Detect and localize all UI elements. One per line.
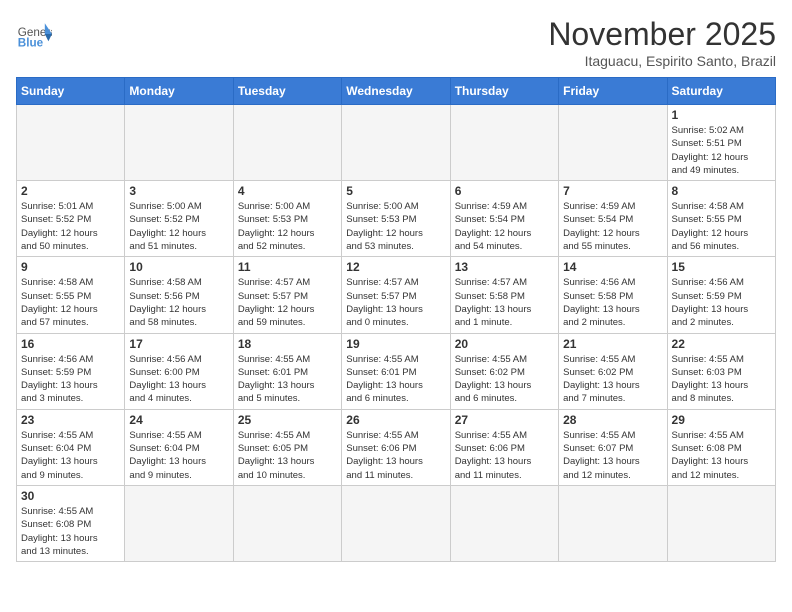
day-17: 17 Sunrise: 4:56 AM Sunset: 6:00 PM Dayl…: [125, 333, 233, 409]
day-19: 19 Sunrise: 4:55 AM Sunset: 6:01 PM Dayl…: [342, 333, 450, 409]
day-18: 18 Sunrise: 4:55 AM Sunset: 6:01 PM Dayl…: [233, 333, 341, 409]
empty-cell: [125, 105, 233, 181]
day-10: 10 Sunrise: 4:58 AM Sunset: 5:56 PM Dayl…: [125, 257, 233, 333]
logo: General Blue: [16, 16, 52, 52]
day-16: 16 Sunrise: 4:56 AM Sunset: 5:59 PM Dayl…: [17, 333, 125, 409]
empty-cell: [450, 105, 558, 181]
calendar-row-5: 23 Sunrise: 4:55 AM Sunset: 6:04 PM Dayl…: [17, 409, 776, 485]
day-24: 24 Sunrise: 4:55 AM Sunset: 6:04 PM Dayl…: [125, 409, 233, 485]
svg-text:Blue: Blue: [18, 37, 44, 50]
day-12: 12 Sunrise: 4:57 AM Sunset: 5:57 PM Dayl…: [342, 257, 450, 333]
day-14: 14 Sunrise: 4:56 AM Sunset: 5:58 PM Dayl…: [559, 257, 667, 333]
day-20: 20 Sunrise: 4:55 AM Sunset: 6:02 PM Dayl…: [450, 333, 558, 409]
day-30: 30 Sunrise: 4:55 AM Sunset: 6:08 PM Dayl…: [17, 485, 125, 561]
header-sunday: Sunday: [17, 78, 125, 105]
day-3: 3 Sunrise: 5:00 AM Sunset: 5:52 PM Dayli…: [125, 181, 233, 257]
empty-cell: [233, 485, 341, 561]
day-9: 9 Sunrise: 4:58 AM Sunset: 5:55 PM Dayli…: [17, 257, 125, 333]
day-11: 11 Sunrise: 4:57 AM Sunset: 5:57 PM Dayl…: [233, 257, 341, 333]
empty-cell: [450, 485, 558, 561]
logo-icon: General Blue: [16, 16, 52, 52]
empty-cell: [342, 105, 450, 181]
day-13: 13 Sunrise: 4:57 AM Sunset: 5:58 PM Dayl…: [450, 257, 558, 333]
day-26: 26 Sunrise: 4:55 AM Sunset: 6:06 PM Dayl…: [342, 409, 450, 485]
month-title: November 2025: [548, 16, 776, 53]
page-header: General Blue November 2025 Itaguacu, Esp…: [16, 16, 776, 69]
weekday-header-row: Sunday Monday Tuesday Wednesday Thursday…: [17, 78, 776, 105]
day-27: 27 Sunrise: 4:55 AM Sunset: 6:06 PM Dayl…: [450, 409, 558, 485]
header-saturday: Saturday: [667, 78, 775, 105]
empty-cell: [233, 105, 341, 181]
empty-cell: [667, 485, 775, 561]
day-2: 2 Sunrise: 5:01 AM Sunset: 5:52 PM Dayli…: [17, 181, 125, 257]
empty-cell: [125, 485, 233, 561]
header-wednesday: Wednesday: [342, 78, 450, 105]
calendar-table: Sunday Monday Tuesday Wednesday Thursday…: [16, 77, 776, 562]
day-29: 29 Sunrise: 4:55 AM Sunset: 6:08 PM Dayl…: [667, 409, 775, 485]
calendar-row-4: 16 Sunrise: 4:56 AM Sunset: 5:59 PM Dayl…: [17, 333, 776, 409]
calendar-row-3: 9 Sunrise: 4:58 AM Sunset: 5:55 PM Dayli…: [17, 257, 776, 333]
header-friday: Friday: [559, 78, 667, 105]
header-thursday: Thursday: [450, 78, 558, 105]
day-7: 7 Sunrise: 4:59 AM Sunset: 5:54 PM Dayli…: [559, 181, 667, 257]
header-tuesday: Tuesday: [233, 78, 341, 105]
header-monday: Monday: [125, 78, 233, 105]
day-21: 21 Sunrise: 4:55 AM Sunset: 6:02 PM Dayl…: [559, 333, 667, 409]
calendar-row-2: 2 Sunrise: 5:01 AM Sunset: 5:52 PM Dayli…: [17, 181, 776, 257]
title-block: November 2025 Itaguacu, Espirito Santo, …: [548, 16, 776, 69]
day-25: 25 Sunrise: 4:55 AM Sunset: 6:05 PM Dayl…: [233, 409, 341, 485]
day-4: 4 Sunrise: 5:00 AM Sunset: 5:53 PM Dayli…: [233, 181, 341, 257]
location: Itaguacu, Espirito Santo, Brazil: [548, 53, 776, 69]
day-22: 22 Sunrise: 4:55 AM Sunset: 6:03 PM Dayl…: [667, 333, 775, 409]
empty-cell: [342, 485, 450, 561]
day-5: 5 Sunrise: 5:00 AM Sunset: 5:53 PM Dayli…: [342, 181, 450, 257]
empty-cell: [17, 105, 125, 181]
calendar-row-1: 1 Sunrise: 5:02 AM Sunset: 5:51 PM Dayli…: [17, 105, 776, 181]
calendar-row-6: 30 Sunrise: 4:55 AM Sunset: 6:08 PM Dayl…: [17, 485, 776, 561]
empty-cell: [559, 105, 667, 181]
day-15: 15 Sunrise: 4:56 AM Sunset: 5:59 PM Dayl…: [667, 257, 775, 333]
day-8: 8 Sunrise: 4:58 AM Sunset: 5:55 PM Dayli…: [667, 181, 775, 257]
day-1: 1 Sunrise: 5:02 AM Sunset: 5:51 PM Dayli…: [667, 105, 775, 181]
day-6: 6 Sunrise: 4:59 AM Sunset: 5:54 PM Dayli…: [450, 181, 558, 257]
empty-cell: [559, 485, 667, 561]
day-28: 28 Sunrise: 4:55 AM Sunset: 6:07 PM Dayl…: [559, 409, 667, 485]
day-23: 23 Sunrise: 4:55 AM Sunset: 6:04 PM Dayl…: [17, 409, 125, 485]
